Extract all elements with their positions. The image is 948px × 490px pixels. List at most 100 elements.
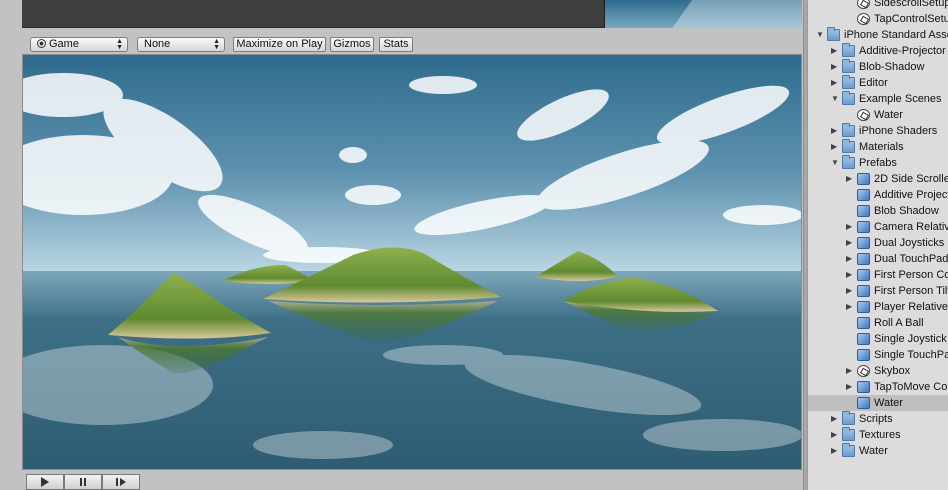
collapsed-arrow-icon[interactable]: ▶ (831, 143, 839, 151)
prefab-icon (857, 349, 870, 361)
play-controls (22, 474, 802, 490)
maximize-on-play-button[interactable]: Maximize on Play (233, 37, 326, 52)
play-button[interactable] (26, 474, 64, 490)
project-item[interactable]: ▶ 2D Side Scroller (808, 171, 948, 187)
project-item[interactable]: ▼ Example Scenes (808, 91, 948, 107)
project-item[interactable]: Single Joystick (808, 331, 948, 347)
project-item[interactable]: ▶ Textures (808, 427, 948, 443)
project-item[interactable]: Roll A Ball (808, 315, 948, 331)
prefab-icon (857, 317, 870, 329)
project-item[interactable]: ▶ Skybox (808, 363, 948, 379)
folder-icon (842, 411, 855, 425)
project-item-label: TapControlSetup (874, 13, 948, 25)
aspect-dropdown[interactable]: None ▲ ▼ (137, 37, 225, 52)
project-panel: SidescrollSetup TapControlSetup ▼ iPhone St… (807, 0, 948, 490)
game-view-viewport[interactable] (22, 54, 802, 470)
project-item[interactable]: ▼ iPhone Standard Assets (808, 27, 948, 43)
skybox-icon (857, 365, 870, 377)
collapsed-arrow-icon[interactable]: ▶ (831, 447, 839, 455)
expanded-arrow-icon[interactable]: ▼ (816, 31, 824, 39)
collapsed-arrow-icon[interactable]: ▶ (846, 175, 854, 183)
project-item-label: Materials (859, 141, 904, 153)
project-item[interactable]: Water (808, 395, 948, 411)
project-item[interactable]: SidescrollSetup (808, 0, 948, 11)
project-item[interactable]: Blob Shadow (808, 203, 948, 219)
project-item[interactable]: Water (808, 107, 948, 123)
project-item-label: iPhone Shaders (859, 125, 938, 137)
prefab-icon (857, 253, 870, 265)
project-item[interactable]: TapControlSetup (808, 11, 948, 27)
collapsed-arrow-icon[interactable]: ▶ (831, 47, 839, 55)
collapsed-arrow-icon[interactable]: ▶ (846, 303, 854, 311)
collapsed-arrow-icon[interactable]: ▶ (846, 367, 854, 375)
expanded-arrow-icon[interactable]: ▼ (831, 159, 839, 167)
prefab-icon (857, 301, 870, 313)
project-item-label: iPhone Standard Assets (844, 29, 948, 41)
collapsed-arrow-icon[interactable]: ▶ (846, 223, 854, 231)
project-item-label: Player Relative (874, 301, 948, 313)
collapsed-arrow-icon[interactable]: ▶ (846, 287, 854, 295)
folder-icon (842, 43, 855, 57)
collapsed-arrow-icon[interactable]: ▶ (846, 271, 854, 279)
prefab-icon (857, 285, 870, 297)
scene-view-strip[interactable] (22, 0, 802, 28)
project-item-label: Water (874, 109, 903, 121)
folder-icon (842, 155, 855, 169)
project-item-label: Additive-Projector (859, 45, 946, 57)
project-item[interactable]: ▶ First Person Tilt (808, 283, 948, 299)
prefab-icon (857, 333, 870, 345)
project-item-label: First Person Controls (874, 269, 948, 281)
step-button[interactable] (102, 474, 140, 490)
gizmos-button[interactable]: Gizmos (330, 37, 374, 52)
collapsed-arrow-icon[interactable]: ▶ (831, 63, 839, 71)
project-item-label: 2D Side Scroller (874, 173, 948, 185)
project-item[interactable]: ▶ Camera Relative (808, 219, 948, 235)
project-item[interactable]: ▶ Dual Joysticks (808, 235, 948, 251)
project-item[interactable]: ▶ Scripts (808, 411, 948, 427)
project-item-label: TapToMove Controls (874, 381, 948, 393)
collapsed-arrow-icon[interactable]: ▶ (831, 127, 839, 135)
project-item[interactable]: Additive Projector (808, 187, 948, 203)
folder-icon (842, 91, 855, 105)
project-item[interactable]: ▶ Materials (808, 139, 948, 155)
prefab-icon (857, 237, 870, 249)
dropdown-arrows-icon: ▲ ▼ (213, 38, 220, 51)
project-item-label: Prefabs (859, 157, 897, 169)
unity-scene-icon (857, 109, 870, 121)
project-item[interactable]: ▶ Dual TouchPads (808, 251, 948, 267)
project-item[interactable]: ▼ Prefabs (808, 155, 948, 171)
project-item[interactable]: ▶ TapToMove Controls (808, 379, 948, 395)
game-view-dropdown[interactable]: Game ▲ ▼ (30, 37, 128, 52)
project-item[interactable]: ▶ First Person Controls (808, 267, 948, 283)
project-item[interactable]: ▶ Additive-Projector (808, 43, 948, 59)
dropdown-arrows-icon: ▲ ▼ (116, 38, 123, 51)
project-item[interactable]: ▶ Water (808, 443, 948, 459)
collapsed-arrow-icon[interactable]: ▶ (846, 383, 854, 391)
folder-icon (842, 75, 855, 89)
project-item-label: Water (859, 445, 888, 457)
game-view-label: Game (49, 38, 79, 50)
project-item[interactable]: ▶ Editor (808, 75, 948, 91)
expanded-arrow-icon[interactable]: ▼ (831, 95, 839, 103)
collapsed-arrow-icon[interactable]: ▶ (846, 255, 854, 263)
step-icon (116, 478, 126, 486)
project-item-label: Camera Relative (874, 221, 948, 233)
collapsed-arrow-icon[interactable]: ▶ (831, 415, 839, 423)
project-item-label: Water (874, 397, 903, 409)
project-item[interactable]: ▶ Blob-Shadow (808, 59, 948, 75)
collapsed-arrow-icon[interactable]: ▶ (831, 79, 839, 87)
project-item[interactable]: ▶ Player Relative (808, 299, 948, 315)
project-item[interactable]: ▶ iPhone Shaders (808, 123, 948, 139)
folder-icon (842, 59, 855, 73)
project-item[interactable]: Single TouchPad (808, 347, 948, 363)
collapsed-arrow-icon[interactable]: ▶ (831, 431, 839, 439)
project-item-label: Roll A Ball (874, 317, 924, 329)
stats-button[interactable]: Stats (379, 37, 413, 52)
project-item-label: Additive Projector (874, 189, 948, 201)
prefab-icon (857, 269, 870, 281)
pause-button[interactable] (64, 474, 102, 490)
collapsed-arrow-icon[interactable]: ▶ (846, 239, 854, 247)
prefab-icon (857, 205, 870, 217)
project-item-label: Single TouchPad (874, 349, 948, 361)
project-item-label: Textures (859, 429, 901, 441)
